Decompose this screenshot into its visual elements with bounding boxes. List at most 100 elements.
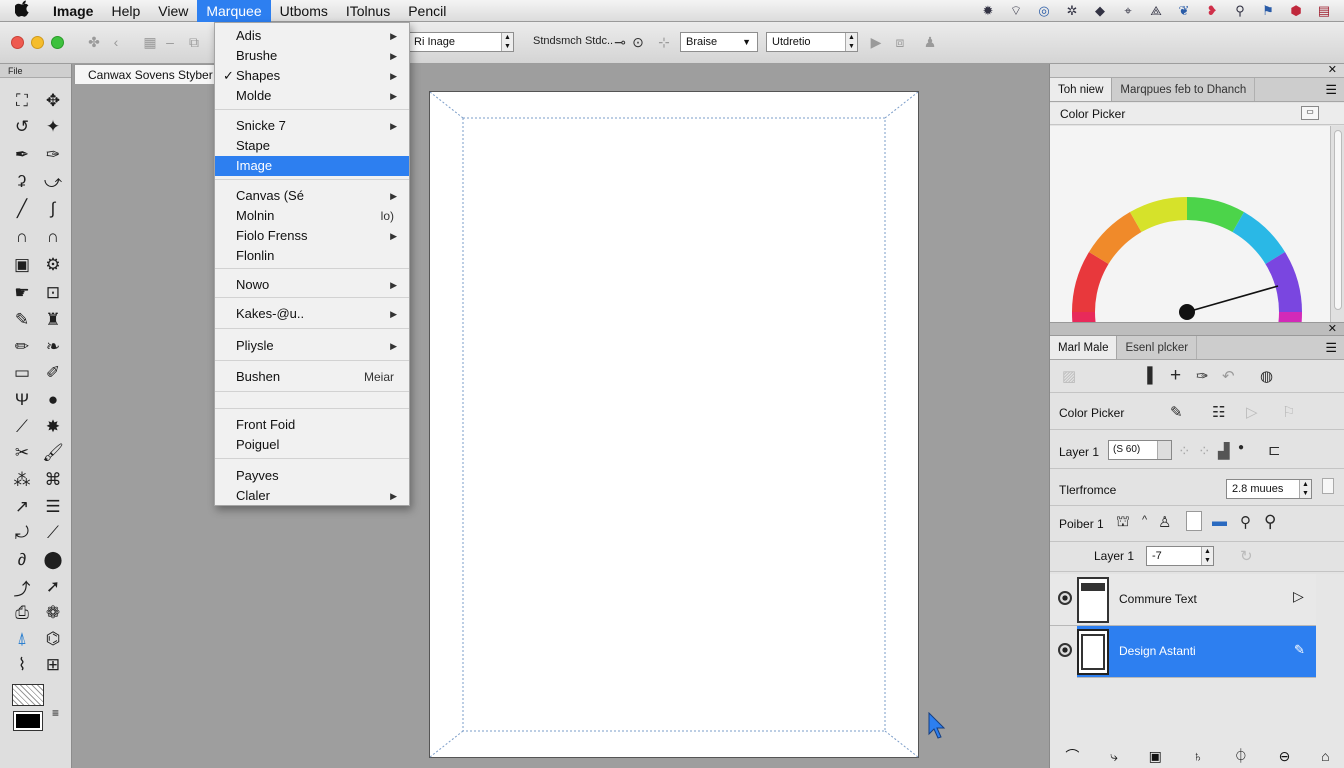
needle-tool-icon[interactable]: ⟋ — [10, 416, 34, 438]
trash-footer-icon[interactable]: ⌂ — [1321, 748, 1329, 764]
line-tool-icon[interactable]: ╱ — [10, 198, 34, 220]
path-tool-icon[interactable]: ⤴ — [10, 576, 34, 599]
play-icon[interactable]: ▷ — [1246, 403, 1258, 421]
target-icon[interactable]: ◎ — [1032, 2, 1056, 20]
panel-divider[interactable]: ✕ — [1050, 322, 1344, 336]
add-icon[interactable]: + — [1170, 365, 1181, 387]
performance-field[interactable]: 2.8 muues ▲ ▼ — [1226, 479, 1312, 499]
hoop-tool-icon[interactable]: ∩ — [41, 226, 65, 248]
size-stepper[interactable]: ▲ ▼ — [501, 33, 513, 51]
tab-marquees[interactable]: Marqpues feb to Dhanch — [1112, 78, 1256, 101]
zoom-large-icon[interactable]: ⚲ — [1264, 512, 1276, 532]
grid-icon[interactable]: ▦ — [140, 34, 160, 52]
menu-item-9[interactable]: Fiolo Frenss ▶ — [215, 226, 409, 246]
document-tab[interactable]: Canwax Sovens Styber — [74, 64, 216, 84]
lasso-icon[interactable]: ⊹ — [654, 34, 674, 52]
knot-footer-icon[interactable]: ♄ — [1193, 748, 1204, 764]
foreground-swatch[interactable] — [13, 711, 43, 731]
arch-tool-icon[interactable]: ∩ — [10, 226, 34, 248]
menu-item-14[interactable]: Bushen Meiar — [215, 367, 409, 387]
menu-item-16[interactable]: Poiguel — [215, 435, 409, 455]
lower-panel-menu-icon[interactable]: ☰ — [1325, 340, 1337, 356]
layer-row-commure[interactable]: Commure Text ▷ — [1050, 574, 1316, 626]
gear-icon[interactable]: ✹ — [976, 2, 1000, 20]
menu-item-2[interactable]: Shapes ✓ ▶ — [215, 66, 409, 86]
user-icon[interactable]: ♟ — [920, 34, 940, 52]
mode-field[interactable]: Utdretio ▲ ▼ — [766, 32, 858, 52]
fill-tool-icon[interactable]: ♜ — [41, 309, 65, 331]
blob-tool-icon[interactable]: ● — [41, 389, 65, 411]
chart-icon[interactable]: ▟ — [1218, 442, 1230, 460]
triangle-icon[interactable]: ⟁ — [1144, 2, 1168, 20]
refresh-icon[interactable]: ↻ — [1240, 547, 1253, 565]
brush-select[interactable]: Braise ▼ — [680, 32, 758, 52]
stack-icon[interactable]: ⧉ — [184, 34, 204, 52]
minimize-window-button[interactable] — [31, 36, 44, 49]
play-icon[interactable]: ▶ — [866, 34, 886, 52]
menu-item-0[interactable]: Adis ▶ — [215, 26, 409, 46]
hand-tool-icon[interactable]: ☛ — [10, 282, 34, 304]
circle-tool-icon[interactable]: ⬤ — [41, 549, 65, 571]
heart-icon[interactable]: ❥ — [1200, 2, 1224, 20]
menu-help[interactable]: Help — [102, 0, 149, 22]
mode-stepper[interactable]: ▲ ▼ — [845, 33, 857, 51]
menu-item-8[interactable]: Molnin lo) — [215, 206, 409, 226]
feather-tool-icon[interactable]: ❧ — [41, 336, 65, 358]
close-window-button[interactable] — [11, 36, 24, 49]
apple-icon[interactable] — [0, 0, 44, 21]
magic-wand-tool-icon[interactable]: ✦ — [41, 116, 65, 138]
badge-icon[interactable]: ⬢ — [1284, 2, 1308, 20]
menu-item-15[interactable]: Front Foid — [215, 415, 409, 435]
curve-tool-icon[interactable]: ⤻ — [41, 171, 65, 193]
eye-icon[interactable] — [1058, 591, 1072, 605]
type-tool-icon[interactable]: ⍋ — [10, 628, 34, 650]
canvas-document[interactable] — [429, 91, 919, 758]
grid-dots2-icon[interactable]: ⁘ — [1198, 442, 1211, 460]
zoom-tool-icon[interactable]: ⌬ — [41, 628, 65, 650]
minus-footer-icon[interactable]: ⊖ — [1279, 748, 1291, 765]
layer1-field[interactable]: (S 60) — [1108, 440, 1172, 460]
menu-item-10[interactable]: Flonlin — [215, 246, 409, 266]
back-icon[interactable]: ‹ — [106, 34, 126, 52]
rectangle-tool-icon[interactable]: ▭ — [10, 362, 34, 384]
brush-icon[interactable]: ✑ — [1196, 367, 1209, 385]
search-icon[interactable]: ⚲ — [1228, 2, 1252, 20]
pin-icon[interactable]: ⌖ — [1116, 2, 1140, 20]
printer-tool-icon[interactable]: ⎙ — [10, 602, 34, 624]
hook-footer-icon[interactable]: ⤷ — [1110, 748, 1118, 765]
sharpen-tool-icon[interactable]: ☰ — [41, 496, 65, 518]
layer-row-design[interactable]: Design Astanti ✎ — [1050, 626, 1316, 678]
bug-icon[interactable]: ✲ — [1060, 2, 1084, 20]
close-lower-panel-icon[interactable]: ✕ — [1328, 322, 1337, 335]
menu-marquee[interactable]: Marquee — [197, 0, 271, 22]
crop-tool-icon[interactable]: ⊡ — [41, 282, 65, 304]
smudge-tool-icon[interactable]: ↗ — [10, 496, 34, 518]
menu-item-5[interactable]: Stape — [215, 136, 409, 156]
tag-icon[interactable]: ◆ — [1088, 2, 1112, 20]
link-icon[interactable]: ⊸ — [610, 34, 630, 52]
size-field[interactable]: Ri Inage ▲ ▼ — [408, 32, 514, 52]
marquee-tool-icon[interactable]: ⛶ — [10, 90, 34, 112]
color-wheel[interactable] — [1050, 126, 1330, 364]
knife-tool-icon[interactable]: ⟋ — [41, 522, 65, 544]
grid-dots-icon[interactable]: ⁘ — [1178, 442, 1191, 460]
zoom-small-icon[interactable]: ⚲ — [1240, 513, 1251, 531]
menu-utboms[interactable]: Utboms — [271, 0, 337, 22]
panel-options-icon[interactable]: ▭ — [1301, 106, 1319, 120]
folder-footer-icon[interactable]: ▣ — [1149, 748, 1162, 765]
pin-footer-icon[interactable]: ⏀ — [1234, 746, 1248, 766]
gradient-tool-icon[interactable]: ⌇ — [10, 654, 34, 676]
tab-view[interactable]: Toh niew — [1050, 78, 1113, 101]
building-icon[interactable]: ⛫ — [1116, 513, 1130, 532]
menu-item-4[interactable]: Snicke 7 ▶ — [215, 116, 409, 136]
globe-icon[interactable]: ◍ — [1260, 367, 1273, 385]
document-icon[interactable]: ▤ — [1312, 2, 1336, 20]
bird-icon[interactable]: ❦ — [1172, 2, 1196, 20]
hook2-tool-icon[interactable]: ⤾ — [10, 522, 34, 544]
sliders-icon[interactable]: ☷ — [1212, 403, 1225, 421]
card-icon[interactable]: ▬ — [1212, 513, 1227, 530]
stamp-tool-icon[interactable]: ⌘ — [41, 469, 65, 491]
brush-tool-icon[interactable]: ✎ — [10, 309, 34, 331]
move-tool-icon[interactable]: ✥ — [41, 90, 65, 112]
table-tool-icon[interactable]: ⊞ — [41, 654, 65, 676]
